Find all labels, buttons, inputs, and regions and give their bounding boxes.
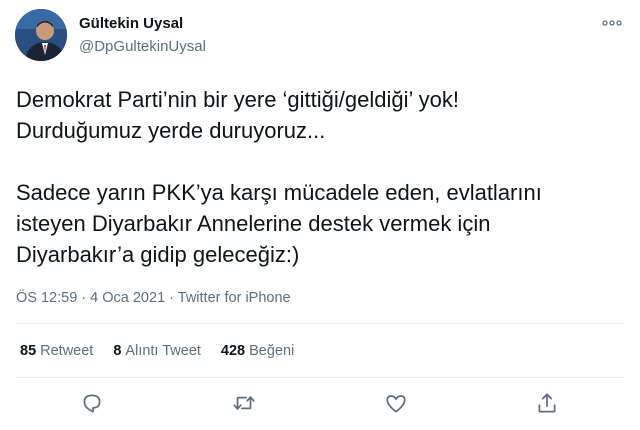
user-handle[interactable]: @DpGultekinUysal xyxy=(79,38,206,55)
more-options-icon[interactable] xyxy=(600,16,624,30)
quotes-label: Alıntı Tweet xyxy=(125,343,201,359)
divider xyxy=(16,323,624,324)
likes-count: 428 xyxy=(220,343,246,359)
retweets-label: Retweet xyxy=(40,343,94,359)
likes-label: Beğeni xyxy=(249,343,295,359)
reply-icon[interactable] xyxy=(79,390,105,416)
tweet-time[interactable]: ÖS 12:59 xyxy=(16,290,77,306)
display-name[interactable]: Gültekin Uysal xyxy=(79,15,183,32)
profile-photo-icon xyxy=(15,9,67,61)
tweet-actions xyxy=(0,390,640,420)
retweets-stat[interactable]: 85 Retweet xyxy=(20,343,93,359)
tweet-date[interactable]: 4 Oca 2021 xyxy=(90,290,165,306)
quotes-stat[interactable]: 8 Alıntı Tweet xyxy=(113,343,201,359)
retweet-icon[interactable] xyxy=(231,390,257,416)
tweet-meta: ÖS 12:59 · 4 Oca 2021 · Twitter for iPho… xyxy=(16,290,291,306)
quotes-count: 8 xyxy=(113,343,122,359)
retweets-count: 85 xyxy=(20,343,37,359)
divider xyxy=(16,377,624,378)
share-icon[interactable] xyxy=(534,390,560,416)
tweet-text: Demokrat Parti’nin bir yere ‘gittiği/gel… xyxy=(16,87,542,267)
tweet-source[interactable]: Twitter for iPhone xyxy=(178,290,291,306)
meta-separator: · xyxy=(77,290,91,306)
avatar[interactable] xyxy=(15,9,67,61)
heart-icon[interactable] xyxy=(383,390,409,416)
likes-stat[interactable]: 428 Beğeni xyxy=(221,343,294,359)
tweet-card: Gültekin Uysal @DpGultekinUysal Demokrat… xyxy=(0,0,640,430)
meta-separator-2: · xyxy=(165,290,178,306)
tweet-stats: 85 Retweet 8 Alıntı Tweet 428 Beğeni xyxy=(20,343,314,359)
